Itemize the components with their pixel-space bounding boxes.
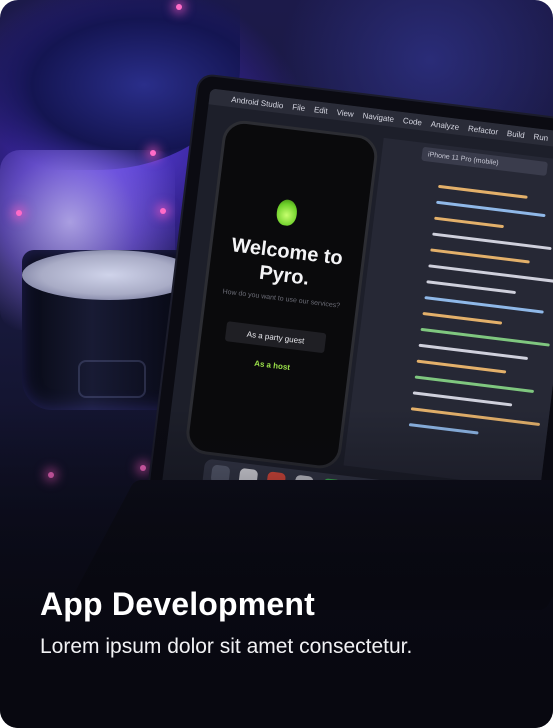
code-line [412,391,513,407]
code-line [428,264,553,284]
fairy-light [160,208,166,214]
flame-logo-icon [275,198,299,227]
fairy-light [16,210,22,216]
bottom-shade [0,408,553,728]
app-host-link: As a host [253,358,291,373]
code-line [434,216,504,229]
code-line [416,359,507,374]
device-tab: iPhone 11 Pro (mobile) [421,146,548,176]
app-welcome-title: Welcome to Pyro. [230,234,344,290]
code-line [422,311,503,325]
menubar-item: Refactor [467,123,499,137]
menubar-item: Code [402,115,423,127]
app-development-card[interactable]: Android Studio File Edit View Navigate C… [0,0,553,728]
code-line [420,327,550,347]
code-line [426,280,517,295]
card-subtitle: Lorem ipsum dolor sit amet consectetur. [40,635,413,658]
menubar-item: Run [533,131,549,143]
menubar-item: Build [506,128,526,140]
mug-logo [78,360,146,398]
menubar-item: File [291,102,306,113]
fairy-light [176,4,182,10]
code-line [436,200,546,218]
mug-rim [22,250,197,300]
app-guest-button: As a party guest [224,321,327,354]
code-line [418,343,529,361]
code-line [432,232,552,251]
fairy-light [150,150,156,156]
menubar-item: Analyze [430,119,460,132]
menubar-item: View [336,107,355,119]
code-line [414,375,535,394]
code-line [424,296,544,314]
menubar-item: Android Studio [230,94,284,110]
card-title: App Development [40,586,316,622]
code-line [438,184,528,199]
menubar-item: Navigate [362,110,395,124]
menubar-item: Edit [313,104,329,116]
card-caption: App Development Lorem ipsum dolor sit am… [40,582,523,662]
code-line [430,248,530,264]
